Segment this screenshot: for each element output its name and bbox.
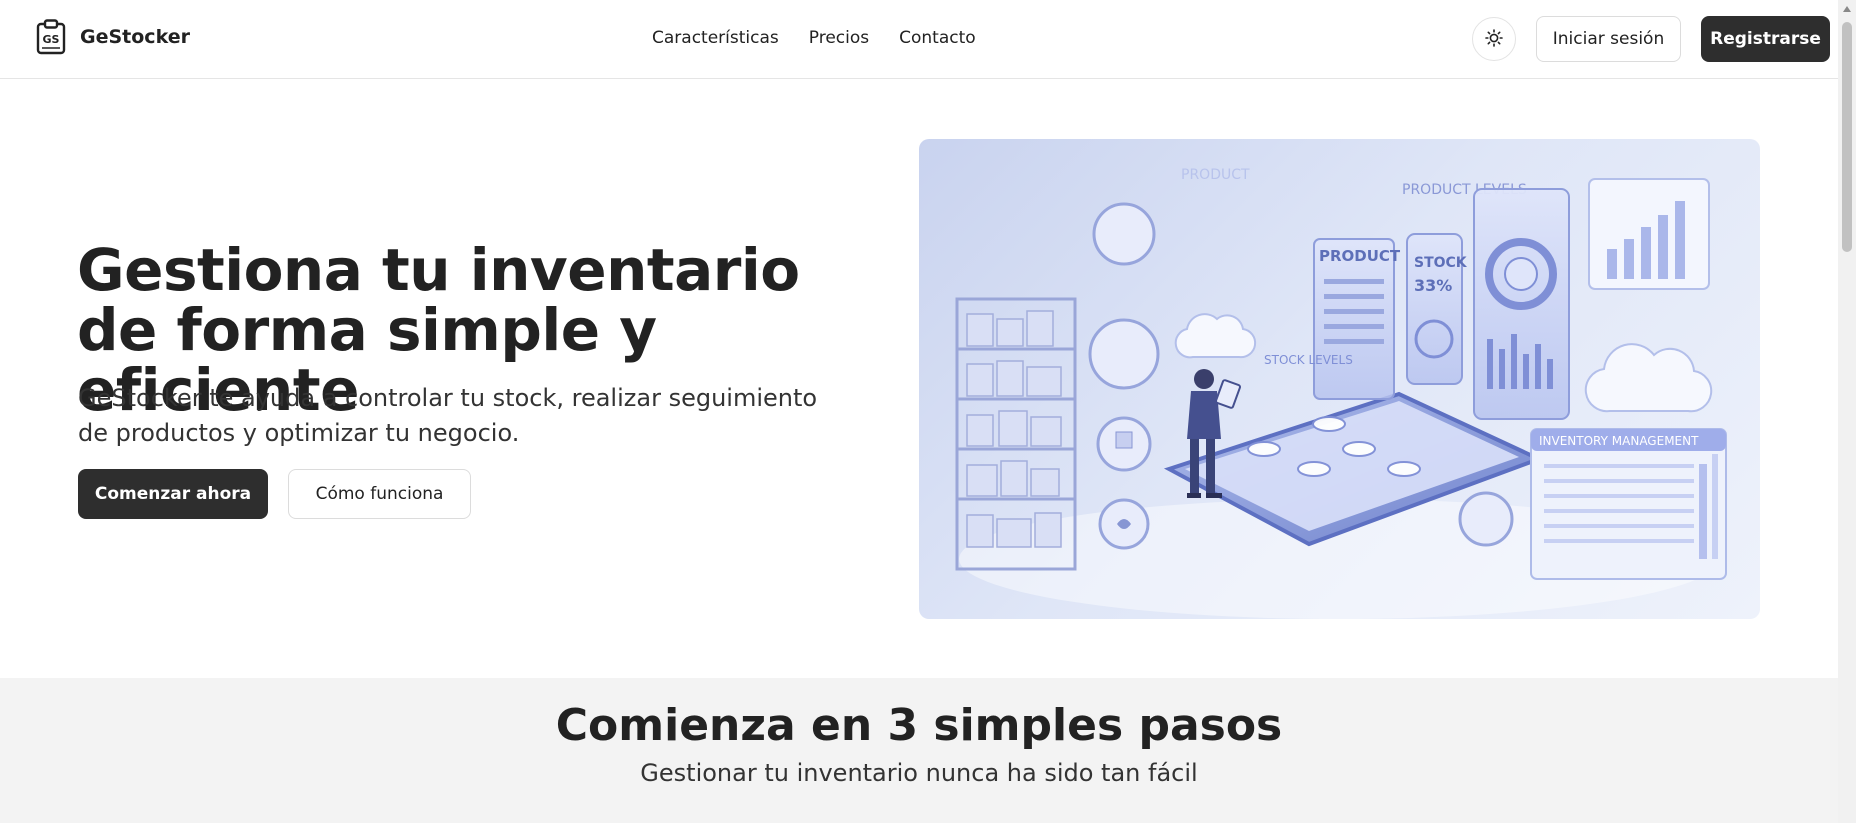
- nav-link-contacto[interactable]: Contacto: [899, 28, 976, 48]
- svg-text:GS: GS: [43, 33, 60, 46]
- nav-link-caracteristicas[interactable]: Características: [652, 28, 779, 48]
- register-button[interactable]: Registrarse: [1701, 16, 1830, 62]
- login-button[interactable]: Iniciar sesión: [1536, 16, 1681, 62]
- vertical-scrollbar[interactable]: [1838, 0, 1856, 823]
- clipboard-logo-icon: GS: [36, 19, 66, 55]
- nav-link-precios[interactable]: Precios: [809, 28, 869, 48]
- scroll-up-arrow-icon[interactable]: [1838, 0, 1856, 18]
- sun-icon: [1485, 28, 1503, 50]
- steps-subtitle: Gestionar tu inventario nunca ha sido ta…: [640, 759, 1198, 787]
- svg-text:PRODUCT: PRODUCT: [1181, 167, 1250, 183]
- start-now-button[interactable]: Comenzar ahora: [78, 469, 268, 519]
- theme-toggle-button[interactable]: [1472, 17, 1516, 61]
- analytics-panel: [1473, 188, 1570, 420]
- brand-name: GeStocker: [80, 26, 190, 48]
- hero-illustration: PRODUCT STOCK 33% PRODUCT LEVELS PRODUCT…: [919, 139, 1760, 619]
- scrollbar-thumb[interactable]: [1842, 22, 1852, 252]
- brand[interactable]: GS GeStocker: [36, 19, 190, 55]
- page: GS GeStocker Características Precios Con…: [0, 0, 1838, 823]
- steps-title: Comienza en 3 simples pasos: [555, 700, 1283, 751]
- stock-panel: STOCK 33%: [1406, 233, 1468, 385]
- inventory-management-card: INVENTORY MANAGEMENT: [1530, 428, 1727, 580]
- svg-text:INVENTORY MANAGEMENT: INVENTORY MANAGEMENT: [1539, 434, 1699, 448]
- svg-text:33%: 33%: [1414, 276, 1452, 295]
- svg-text:PRODUCT: PRODUCT: [1319, 247, 1401, 265]
- bar-chart-card: [1588, 178, 1710, 290]
- top-navbar: GS GeStocker Características Precios Con…: [0, 0, 1838, 79]
- main-nav: Características Precios Contacto: [652, 28, 976, 48]
- svg-text:STOCK: STOCK: [1414, 255, 1468, 271]
- product-panel: PRODUCT: [1313, 238, 1401, 400]
- shelf-unit: [955, 297, 1077, 571]
- hero-subtitle: GeStocker te ayuda a controlar tu stock,…: [78, 384, 818, 447]
- how-it-works-button[interactable]: Cómo funciona: [288, 469, 471, 519]
- svg-text:STOCK LEVELS: STOCK LEVELS: [1264, 353, 1353, 367]
